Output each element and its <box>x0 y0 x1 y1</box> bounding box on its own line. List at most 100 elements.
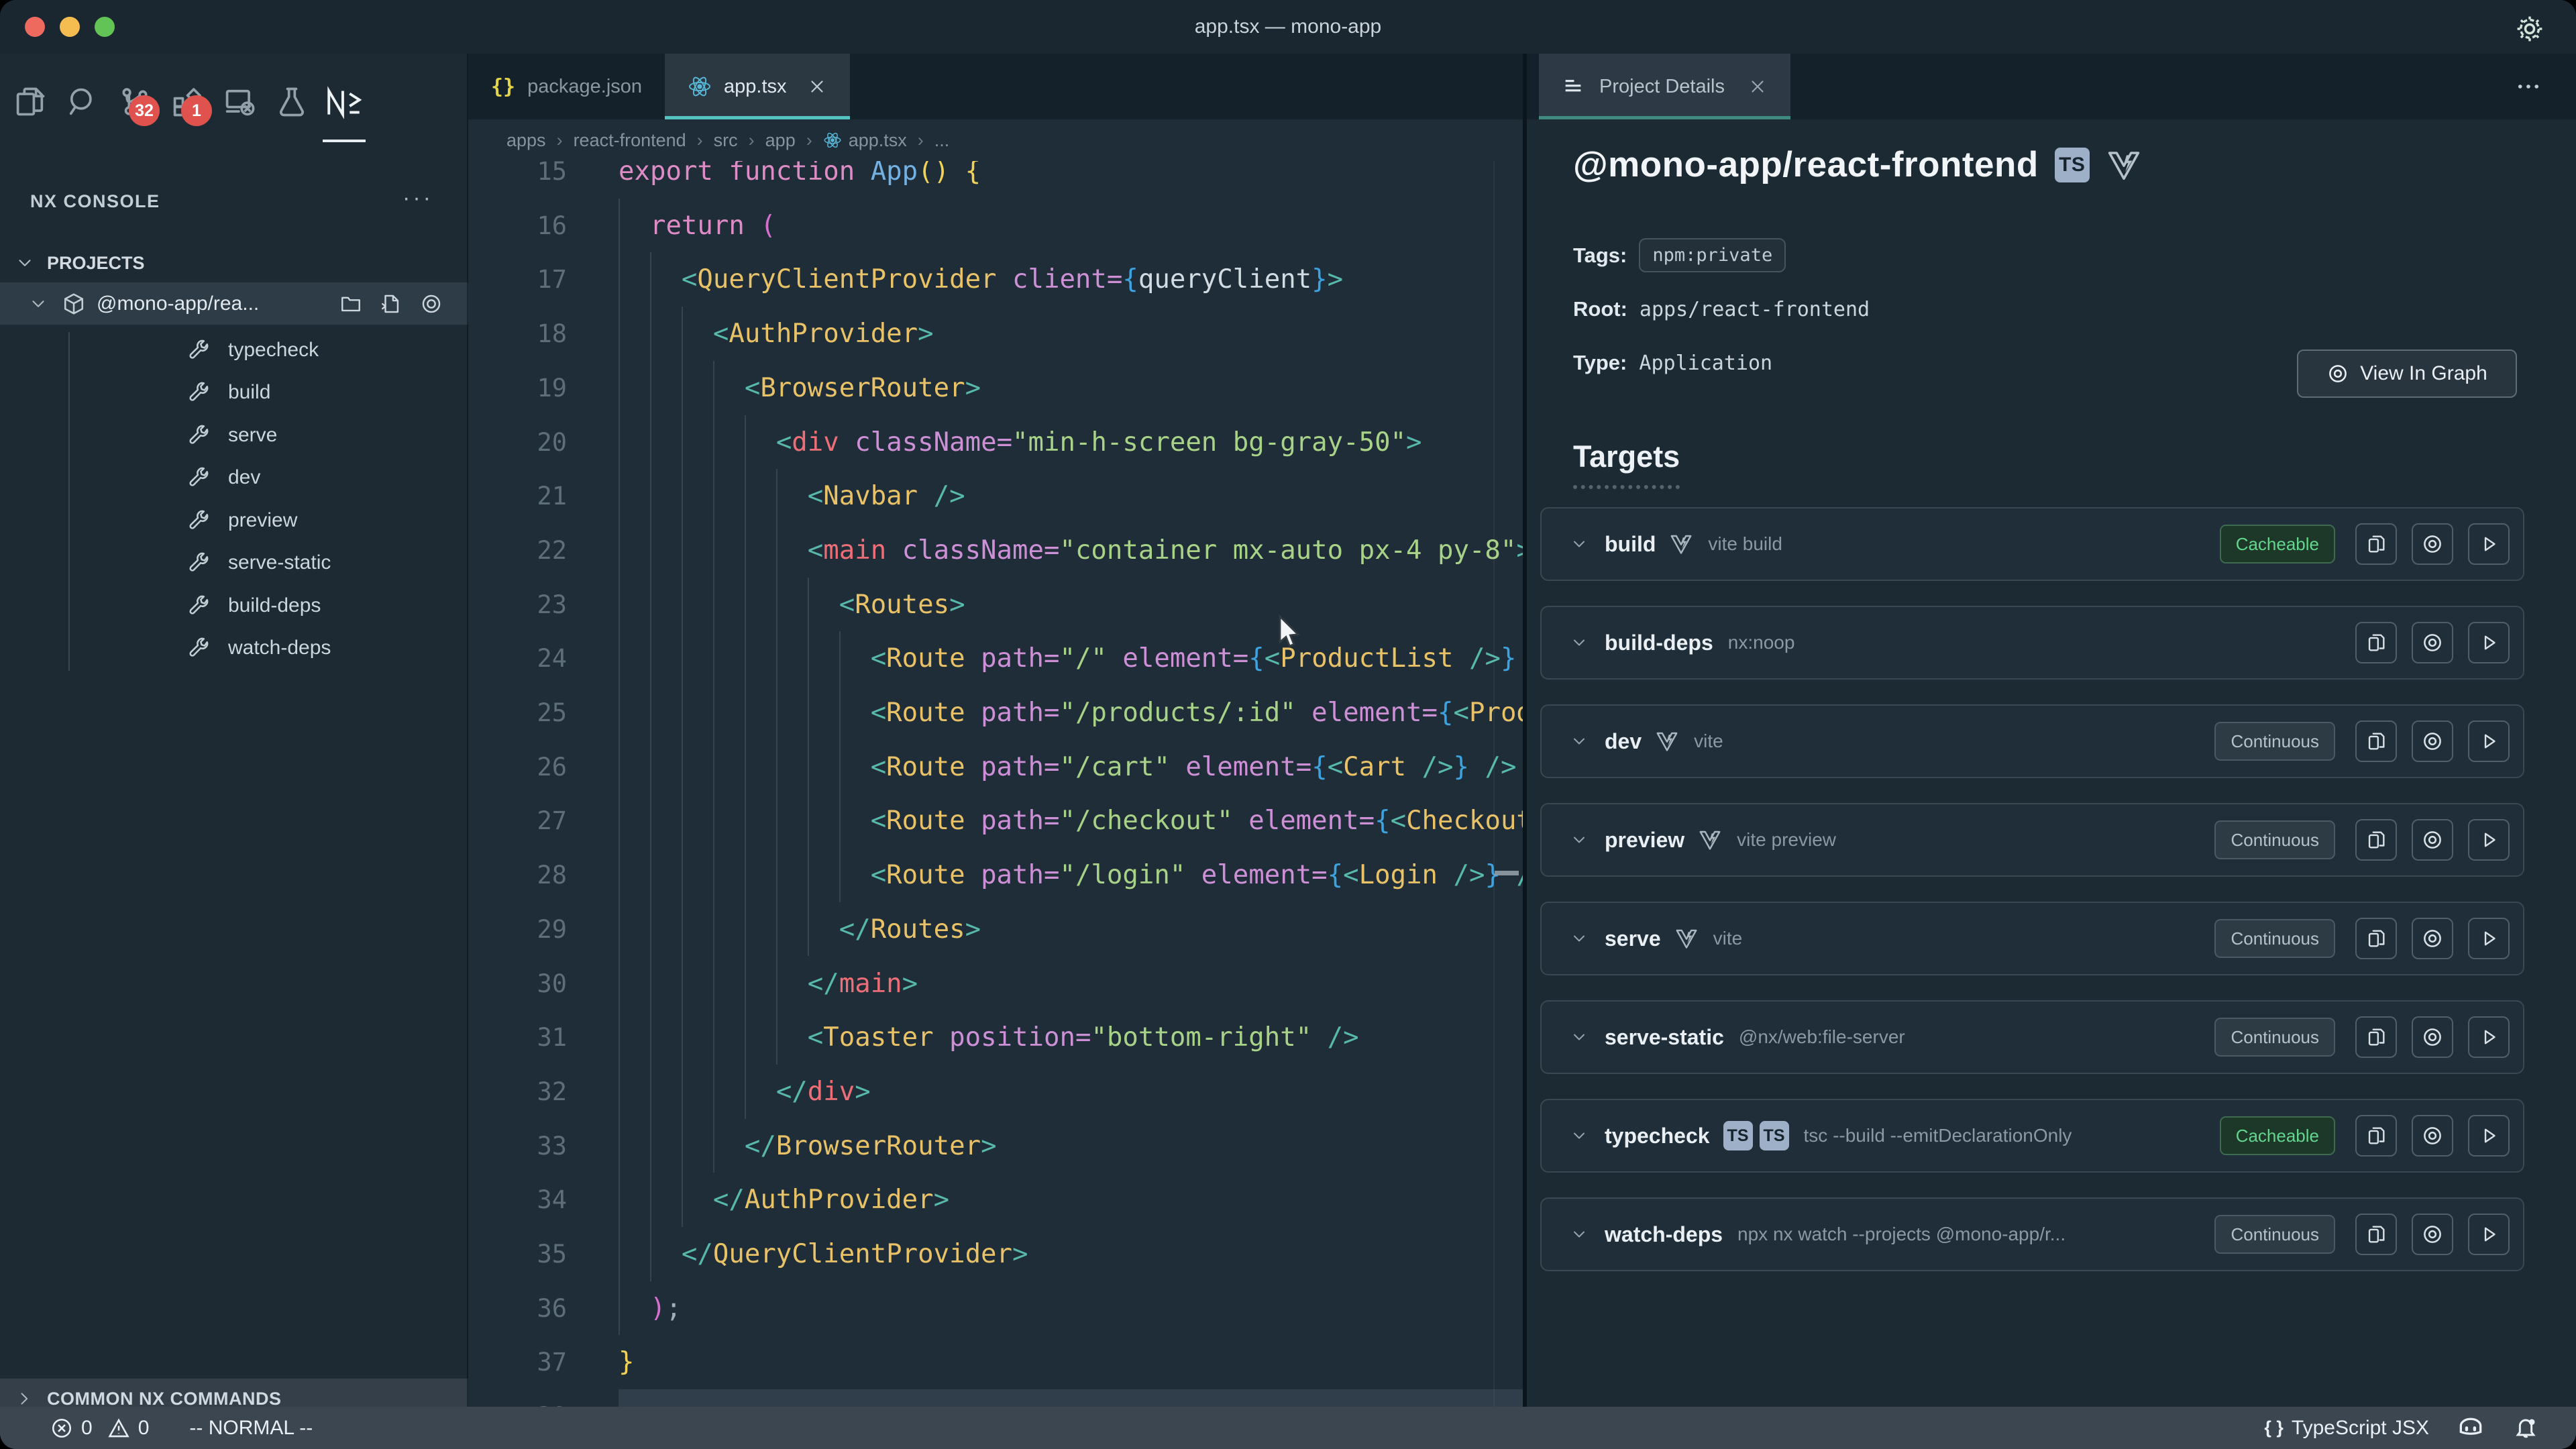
copy-button[interactable] <box>2355 918 2397 959</box>
tab-app.tsx[interactable]: app.tsx <box>665 54 850 119</box>
chevron-down-icon[interactable] <box>1570 1028 1589 1046</box>
copy-button[interactable] <box>2355 523 2397 565</box>
chevron-down-icon[interactable] <box>1570 732 1589 751</box>
chevron-down-icon[interactable] <box>1570 1225 1589 1244</box>
breadcrumb-item[interactable]: ›app.tsx <box>796 130 907 151</box>
activity-testing[interactable] <box>266 66 318 138</box>
breadcrumb-item[interactable]: ›app <box>738 130 796 151</box>
target-name: preview <box>1605 828 1684 853</box>
play-button[interactable] <box>2468 1214 2510 1255</box>
badge-continuous: Continuous <box>2214 1215 2335 1254</box>
eye-button[interactable] <box>2412 819 2453 861</box>
activity-remote-explorer[interactable] <box>213 66 266 138</box>
eye-icon <box>2421 828 2444 851</box>
target-card-build[interactable]: buildvite buildCacheable <box>1540 507 2524 581</box>
breadcrumb: apps›react-frontend›src›app›app.tsx›... <box>468 119 1523 161</box>
tree-item-build[interactable]: build <box>0 372 468 414</box>
eye-button[interactable] <box>2412 1016 2453 1058</box>
code-line-34: </AuthProvider> <box>619 1173 949 1227</box>
tree-item-serve[interactable]: serve <box>0 414 468 456</box>
play-button[interactable] <box>2468 918 2510 959</box>
vite-icon <box>1669 532 1693 556</box>
activity-search[interactable] <box>56 66 109 138</box>
tree-item-dev[interactable]: dev <box>0 457 468 499</box>
panel-more-icon[interactable] <box>2514 72 2542 101</box>
copy-button[interactable] <box>2355 1214 2397 1255</box>
chevron-down-icon[interactable] <box>1570 1126 1589 1145</box>
view-in-graph-button[interactable]: View In Graph <box>2297 350 2517 398</box>
eye-button[interactable] <box>2412 918 2453 959</box>
copy-button[interactable] <box>2355 1115 2397 1157</box>
chevron-down-icon[interactable] <box>1570 535 1589 553</box>
chevron-down-icon[interactable] <box>1570 929 1589 948</box>
code-editor[interactable]: 1516171819202122232425262728293031323334… <box>468 161 1523 1407</box>
vertical-scrollbar-track[interactable] <box>1493 161 1495 1407</box>
code-line-21: <Navbar /> <box>619 469 965 523</box>
target-card-dev[interactable]: devviteContinuous <box>1540 704 2524 778</box>
chevron-down-icon[interactable] <box>1570 830 1589 849</box>
target-card-watch-deps[interactable]: watch-depsnpx nx watch --projects @mono-… <box>1540 1197 2524 1271</box>
folder-icon[interactable] <box>339 292 362 315</box>
breadcrumb-item[interactable]: ›react-frontend <box>546 130 686 151</box>
breadcrumb-item[interactable]: ›... <box>907 130 950 151</box>
tab-package.json[interactable]: {}package.json <box>468 54 665 119</box>
eye-button[interactable] <box>2412 720 2453 762</box>
sidebar-item-project[interactable]: @mono-app/rea... <box>0 282 468 325</box>
eye-button[interactable] <box>2412 1214 2453 1255</box>
tree-item-build-deps[interactable]: build-deps <box>0 584 468 627</box>
code-line-17: <QueryClientProvider client={queryClient… <box>619 252 1343 307</box>
play-button[interactable] <box>2468 1115 2510 1157</box>
activity-source-control[interactable]: 32 <box>109 66 161 138</box>
badge: 1 <box>181 95 212 126</box>
target-card-preview[interactable]: previewvite previewContinuous <box>1540 803 2524 877</box>
activity-extensions[interactable]: 1 <box>161 66 213 138</box>
play-button[interactable] <box>2468 720 2510 762</box>
eye-button[interactable] <box>2412 622 2453 663</box>
close-icon[interactable] <box>807 76 827 97</box>
react-icon <box>688 74 712 99</box>
tree-item-watch-deps[interactable]: watch-deps <box>0 627 468 669</box>
line-number: 36 <box>468 1281 567 1336</box>
copy-button[interactable] <box>2355 720 2397 762</box>
copy-button[interactable] <box>2355 819 2397 861</box>
bell-dot-icon[interactable] <box>2512 1415 2539 1442</box>
chevron-down-icon[interactable] <box>1570 633 1589 652</box>
tree-item-preview[interactable]: preview <box>0 499 468 541</box>
tab-project-details[interactable]: Project Details <box>1539 54 1790 119</box>
play-icon <box>2477 1223 2500 1246</box>
tree-item-typecheck[interactable]: typecheck <box>0 329 468 371</box>
target-card-serve-static[interactable]: serve-static@nx/web:file-serverContinuou… <box>1540 1000 2524 1074</box>
play-button[interactable] <box>2468 523 2510 565</box>
vite-icon <box>1655 729 1679 753</box>
target-card-typecheck[interactable]: typecheckTSTStsc --build --emitDeclarati… <box>1540 1099 2524 1173</box>
play-button[interactable] <box>2468 819 2510 861</box>
code-line-25: <Route path="/products/:id" element={<Pr… <box>619 686 1523 740</box>
copy-button[interactable] <box>2355 1016 2397 1058</box>
wrench-icon <box>186 594 211 618</box>
chevron-separator: › <box>749 130 755 151</box>
file-move-icon[interactable] <box>380 292 402 315</box>
gear-icon[interactable] <box>2514 13 2545 44</box>
breadcrumb-item[interactable]: ›src <box>686 130 738 151</box>
target-card-serve[interactable]: serveviteContinuous <box>1540 902 2524 975</box>
target-card-build-deps[interactable]: build-depsnx:noop <box>1540 606 2524 680</box>
play-button[interactable] <box>2468 1016 2510 1058</box>
eye-button[interactable] <box>2412 1115 2453 1157</box>
language-mode[interactable]: { } TypeScript JSX <box>2264 1417 2429 1440</box>
target-icon[interactable] <box>420 292 443 315</box>
tree-item-serve-static[interactable]: serve-static <box>0 542 468 584</box>
copy-button[interactable] <box>2355 622 2397 663</box>
projects-section-header[interactable]: PROJECTS <box>0 244 468 282</box>
breadcrumb-item[interactable]: apps <box>468 130 546 151</box>
activity-nx-console[interactable] <box>318 66 370 138</box>
eye-button[interactable] <box>2412 523 2453 565</box>
problems-indicator[interactable]: 0 0 <box>50 1417 149 1440</box>
wrench-icon <box>186 466 211 490</box>
sidebar-more-icon[interactable]: ··· <box>402 185 433 211</box>
close-icon[interactable] <box>1748 76 1768 97</box>
vim-mode-indicator[interactable]: -- NORMAL -- <box>189 1417 313 1440</box>
play-button[interactable] <box>2468 622 2510 663</box>
horizontal-scrollbar[interactable] <box>619 1389 1523 1407</box>
activity-files[interactable] <box>4 66 56 138</box>
copilot-icon[interactable] <box>2456 1413 2485 1443</box>
